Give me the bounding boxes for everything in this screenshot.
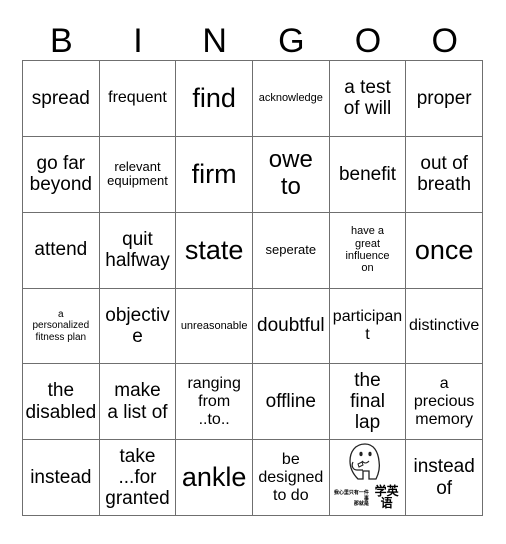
bingo-card: B I N G O O spread frequent find acknowledge a te… bbox=[0, 0, 506, 544]
bingo-cell[interactable]: proper bbox=[406, 61, 483, 137]
bingo-cell[interactable]: the final lap bbox=[329, 364, 407, 441]
ghost-figure-icon bbox=[349, 443, 381, 480]
bingo-cell-label: the disabled bbox=[25, 380, 97, 423]
bingo-cell[interactable]: ranging from ..to.. bbox=[176, 364, 253, 441]
bingo-cell-label: attend bbox=[34, 239, 88, 261]
bingo-cell[interactable]: make a list of bbox=[99, 364, 177, 441]
bingo-cell-label: relevant equipment bbox=[107, 158, 168, 189]
bingo-cell-label: once bbox=[414, 234, 474, 265]
bingo-cell-label: the final lap bbox=[350, 369, 385, 434]
bingo-cell[interactable]: once bbox=[406, 212, 483, 289]
bingo-cell-label: objective bbox=[105, 304, 170, 347]
bingo-cell[interactable]: a precious memory bbox=[406, 364, 483, 441]
bingo-cell-label: owe to bbox=[268, 146, 313, 201]
bingo-cell[interactable]: a test of will bbox=[329, 61, 407, 137]
bingo-cell-label: participant bbox=[332, 308, 403, 343]
bingo-cell-label: out of breath bbox=[417, 152, 472, 196]
bingo-cell[interactable]: objective bbox=[99, 288, 177, 365]
bingo-cell[interactable]: the disabled bbox=[23, 364, 100, 441]
bingo-cell[interactable]: ankle bbox=[176, 440, 253, 516]
bingo-cell-label: instead of bbox=[413, 456, 475, 499]
bingo-cell[interactable]: owe to bbox=[252, 136, 330, 213]
bingo-cell-label: quit halfway bbox=[105, 228, 170, 272]
bingo-cell[interactable]: frequent bbox=[99, 61, 177, 137]
bingo-cell-label: doubtful bbox=[257, 315, 325, 337]
bingo-cell[interactable]: have a great influence on bbox=[329, 212, 407, 289]
bingo-cell[interactable]: quit halfway bbox=[99, 212, 177, 289]
bingo-cell[interactable]: spread bbox=[23, 61, 100, 137]
bingo-cell-label: a test of will bbox=[343, 77, 392, 120]
bingo-cell[interactable]: acknowledge bbox=[252, 61, 330, 137]
bingo-cell-label: a precious memory bbox=[413, 374, 475, 428]
bingo-header-letter-2: I bbox=[133, 21, 143, 60]
bingo-cell-label: acknowledge bbox=[258, 92, 323, 105]
bingo-header-letter-1: B bbox=[49, 21, 73, 60]
bingo-cell-label: firm bbox=[191, 159, 237, 190]
bingo-cell-label: a personalized fitness plan bbox=[32, 309, 90, 343]
meme-caption-small: 我心里只有一件事 那就是 bbox=[333, 489, 369, 508]
bingo-cell-label: ankle bbox=[181, 462, 247, 493]
bingo-cell[interactable]: take ...for granted bbox=[99, 440, 177, 516]
bingo-cell-label: benefit bbox=[338, 163, 397, 185]
bingo-cell-label: frequent bbox=[108, 89, 167, 107]
bingo-header-letter-3: N bbox=[202, 21, 227, 60]
bingo-cell-label: state bbox=[184, 234, 244, 265]
bingo-cell[interactable]: go far beyond bbox=[23, 136, 100, 213]
bingo-header-letter-5: O bbox=[354, 21, 382, 60]
bingo-cell[interactable]: unreasonable bbox=[176, 288, 253, 365]
bingo-cell-label: find bbox=[192, 83, 236, 114]
bingo-cell-label: go far beyond bbox=[29, 152, 92, 196]
bingo-cell-image[interactable]: 我心里只有一件事 那就是 学英语 bbox=[329, 440, 407, 516]
bingo-cell[interactable]: find bbox=[176, 61, 253, 137]
bingo-cell[interactable]: be designed to do bbox=[252, 440, 330, 516]
bingo-cell-label: be designed to do bbox=[258, 450, 324, 504]
bingo-cell[interactable]: doubtful bbox=[252, 288, 330, 365]
bingo-cell[interactable]: relevant equipment bbox=[99, 136, 177, 213]
meme-caption-big: 学英语 bbox=[374, 484, 399, 511]
bingo-cell[interactable]: state bbox=[176, 212, 253, 289]
bingo-grid: spread frequent find acknowledge a test of w… bbox=[22, 60, 483, 516]
bingo-cell-label: have a great influence on bbox=[345, 225, 390, 275]
bingo-cell[interactable]: benefit bbox=[329, 136, 407, 213]
bingo-cell[interactable]: participant bbox=[329, 288, 407, 365]
bingo-cell[interactable]: instead bbox=[23, 440, 100, 516]
bingo-cell-label: proper bbox=[416, 87, 472, 109]
bingo-cell[interactable]: instead of bbox=[406, 440, 483, 516]
bingo-cell[interactable]: firm bbox=[176, 136, 253, 213]
bingo-cell-label: take ...for granted bbox=[105, 445, 170, 510]
bingo-cell[interactable]: attend bbox=[23, 212, 100, 289]
bingo-cell-label: seperate bbox=[265, 241, 317, 257]
bingo-cell-label: instead bbox=[30, 466, 92, 488]
bingo-cell[interactable]: offline bbox=[252, 364, 330, 441]
bingo-cell-label: spread bbox=[31, 87, 90, 109]
bingo-cell[interactable]: out of breath bbox=[406, 136, 483, 213]
bingo-cell[interactable]: a personalized fitness plan bbox=[23, 288, 100, 365]
bingo-cell[interactable]: seperate bbox=[252, 212, 330, 289]
bingo-cell[interactable]: distinctive bbox=[406, 288, 483, 365]
bingo-header-letter-4: G bbox=[278, 21, 305, 60]
bingo-cell-label: ranging from ..to.. bbox=[187, 374, 241, 428]
bingo-header: BINGOO bbox=[23, 20, 483, 61]
bingo-cell-label: distinctive bbox=[409, 316, 480, 334]
bingo-cell-label: make a list of bbox=[107, 380, 168, 423]
bingo-header-letter-6: O bbox=[431, 21, 458, 60]
bingo-cell-label: unreasonable bbox=[180, 319, 248, 332]
bingo-cell-label: offline bbox=[265, 391, 316, 413]
